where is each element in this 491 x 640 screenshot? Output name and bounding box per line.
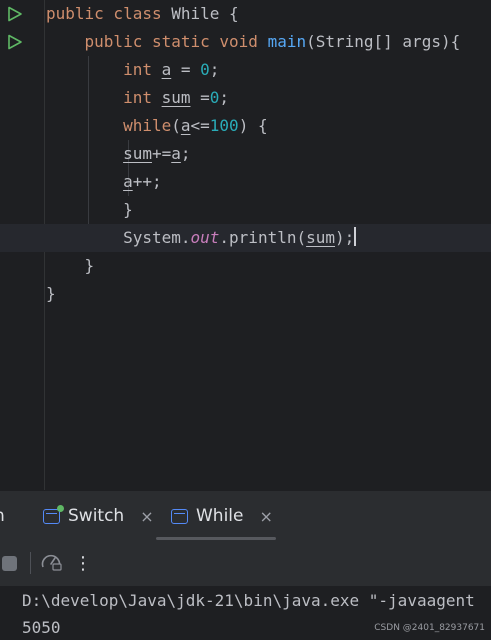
- tab-label: Switch: [68, 506, 125, 526]
- code-line[interactable]: }: [46, 196, 491, 224]
- tab-label: While: [196, 506, 244, 526]
- close-icon[interactable]: ×: [260, 507, 273, 526]
- code-token: }: [46, 256, 95, 275]
- code-line[interactable]: public class While {: [46, 0, 491, 28]
- code-token: int: [46, 60, 162, 79]
- code-line[interactable]: int sum =0;: [46, 84, 491, 112]
- code-line[interactable]: while(a<=100) {: [46, 112, 491, 140]
- code-token: }: [46, 200, 133, 219]
- console-command-line: D:\develop\Java\jdk-21\bin\java.exe "-ja…: [22, 591, 475, 610]
- code-line[interactable]: public static void main(String[] args){: [46, 28, 491, 56]
- code-token: While {: [171, 4, 239, 23]
- code-token: (: [171, 116, 181, 135]
- run-config-icon: [43, 504, 64, 524]
- code-line[interactable]: int a = 0;: [46, 56, 491, 84]
- code-token: =: [171, 60, 201, 79]
- run-tab-bar: n Switch × While ×: [0, 490, 491, 540]
- tab-switch[interactable]: Switch ×: [43, 491, 154, 541]
- toolbar-divider: [30, 552, 31, 574]
- run-main-icon[interactable]: [7, 34, 23, 50]
- code-token: );: [335, 228, 355, 247]
- code-token: a: [161, 60, 172, 79]
- close-icon[interactable]: ×: [140, 507, 153, 526]
- code-token: System.: [46, 228, 191, 247]
- code-line[interactable]: }: [46, 252, 491, 280]
- code-token: main: [267, 32, 307, 51]
- code-area[interactable]: public class While { public static void …: [0, 0, 491, 490]
- code-token: a: [180, 116, 191, 135]
- code-token: sum: [123, 144, 152, 163]
- code-token: int: [46, 88, 162, 107]
- code-line[interactable]: sum+=a;: [46, 140, 491, 168]
- run-class-icon[interactable]: [7, 6, 23, 22]
- console-program-output: 5050: [22, 618, 61, 637]
- code-token: a: [123, 172, 133, 191]
- code-token: ;: [180, 144, 191, 163]
- code-line[interactable]: a++;: [46, 168, 491, 196]
- stop-icon: [1, 555, 17, 571]
- code-token: ++;: [132, 172, 162, 191]
- code-editor[interactable]: public class While { public static void …: [0, 0, 491, 490]
- code-token: a: [171, 144, 181, 163]
- code-token: out: [190, 228, 220, 247]
- code-token: while: [46, 116, 172, 135]
- code-token: sum: [161, 88, 191, 107]
- code-token: 0: [209, 88, 220, 107]
- more-options-button[interactable]: ⋮: [74, 540, 92, 586]
- code-line[interactable]: }: [46, 280, 491, 308]
- code-token: .println(: [219, 228, 307, 247]
- code-token: public static void: [46, 32, 268, 51]
- speedometer-icon: [40, 551, 62, 575]
- code-token: sum: [306, 228, 336, 247]
- watermark: CSDN @2401_82937671: [374, 623, 485, 633]
- run-toolbar: ⋮: [0, 540, 491, 586]
- code-token: public class: [46, 4, 172, 23]
- code-line[interactable]: System.out.println(sum);: [0, 224, 491, 252]
- profiler-button[interactable]: [38, 540, 64, 586]
- code-token: <=: [190, 116, 210, 135]
- code-token: ) {: [238, 116, 268, 135]
- code-token: 100: [209, 116, 239, 135]
- text-caret: [354, 227, 357, 246]
- code-token: }: [46, 284, 56, 303]
- code-token: ;: [219, 88, 230, 107]
- run-config-icon: [171, 508, 188, 524]
- running-indicator-icon: [57, 504, 64, 512]
- partial-tab-label[interactable]: n: [0, 491, 5, 541]
- code-token: (String[] args){: [306, 32, 461, 51]
- code-token: =: [190, 88, 210, 107]
- code-token: +=: [151, 144, 172, 163]
- console-output[interactable]: D:\develop\Java\jdk-21\bin\java.exe "-ja…: [0, 586, 491, 640]
- code-token: ;: [209, 60, 220, 79]
- code-token: 0: [200, 60, 210, 79]
- tab-while[interactable]: While ×: [171, 491, 273, 541]
- stop-button[interactable]: [0, 540, 18, 586]
